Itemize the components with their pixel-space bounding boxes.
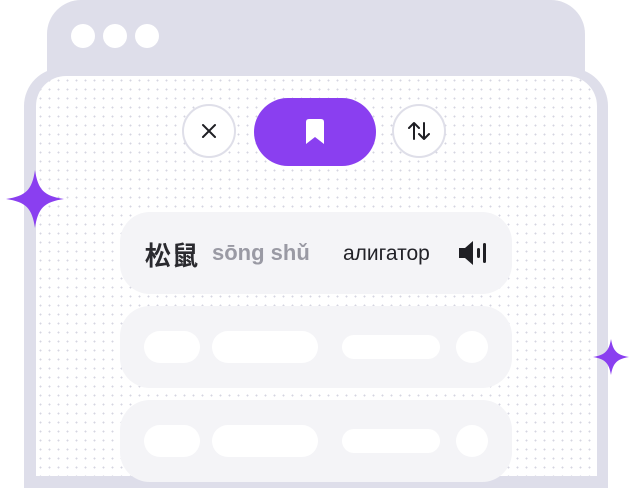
close-icon [202,124,216,138]
word-hanzi: 松鼠 [145,242,200,272]
placeholder-dot [456,425,488,457]
placeholder-row [120,306,512,388]
word-pinyin: sōng shǔ [212,240,310,265]
word-translation: алигатор [343,242,430,265]
window-dot [103,24,127,48]
swap-button[interactable] [392,104,446,158]
sparkle-icon [6,170,64,228]
placeholder-dot [456,331,488,363]
placeholder-pill [342,335,440,359]
window-dot [135,24,159,48]
speaker-icon[interactable] [458,240,488,266]
placeholder-pill [212,425,318,457]
placeholder-row [120,400,512,482]
window-dot [71,24,95,48]
sparkle-icon [593,339,629,375]
bookmark-icon [306,119,324,144]
close-button[interactable] [182,104,236,158]
placeholder-pill [342,429,440,453]
word-row[interactable]: 松鼠 sōng shǔ алигатор [120,212,512,294]
placeholder-pill [212,331,318,363]
placeholder-pill [144,425,200,457]
swap-vertical-icon [408,122,430,140]
bookmark-button[interactable] [254,98,376,166]
placeholder-pill [144,331,200,363]
